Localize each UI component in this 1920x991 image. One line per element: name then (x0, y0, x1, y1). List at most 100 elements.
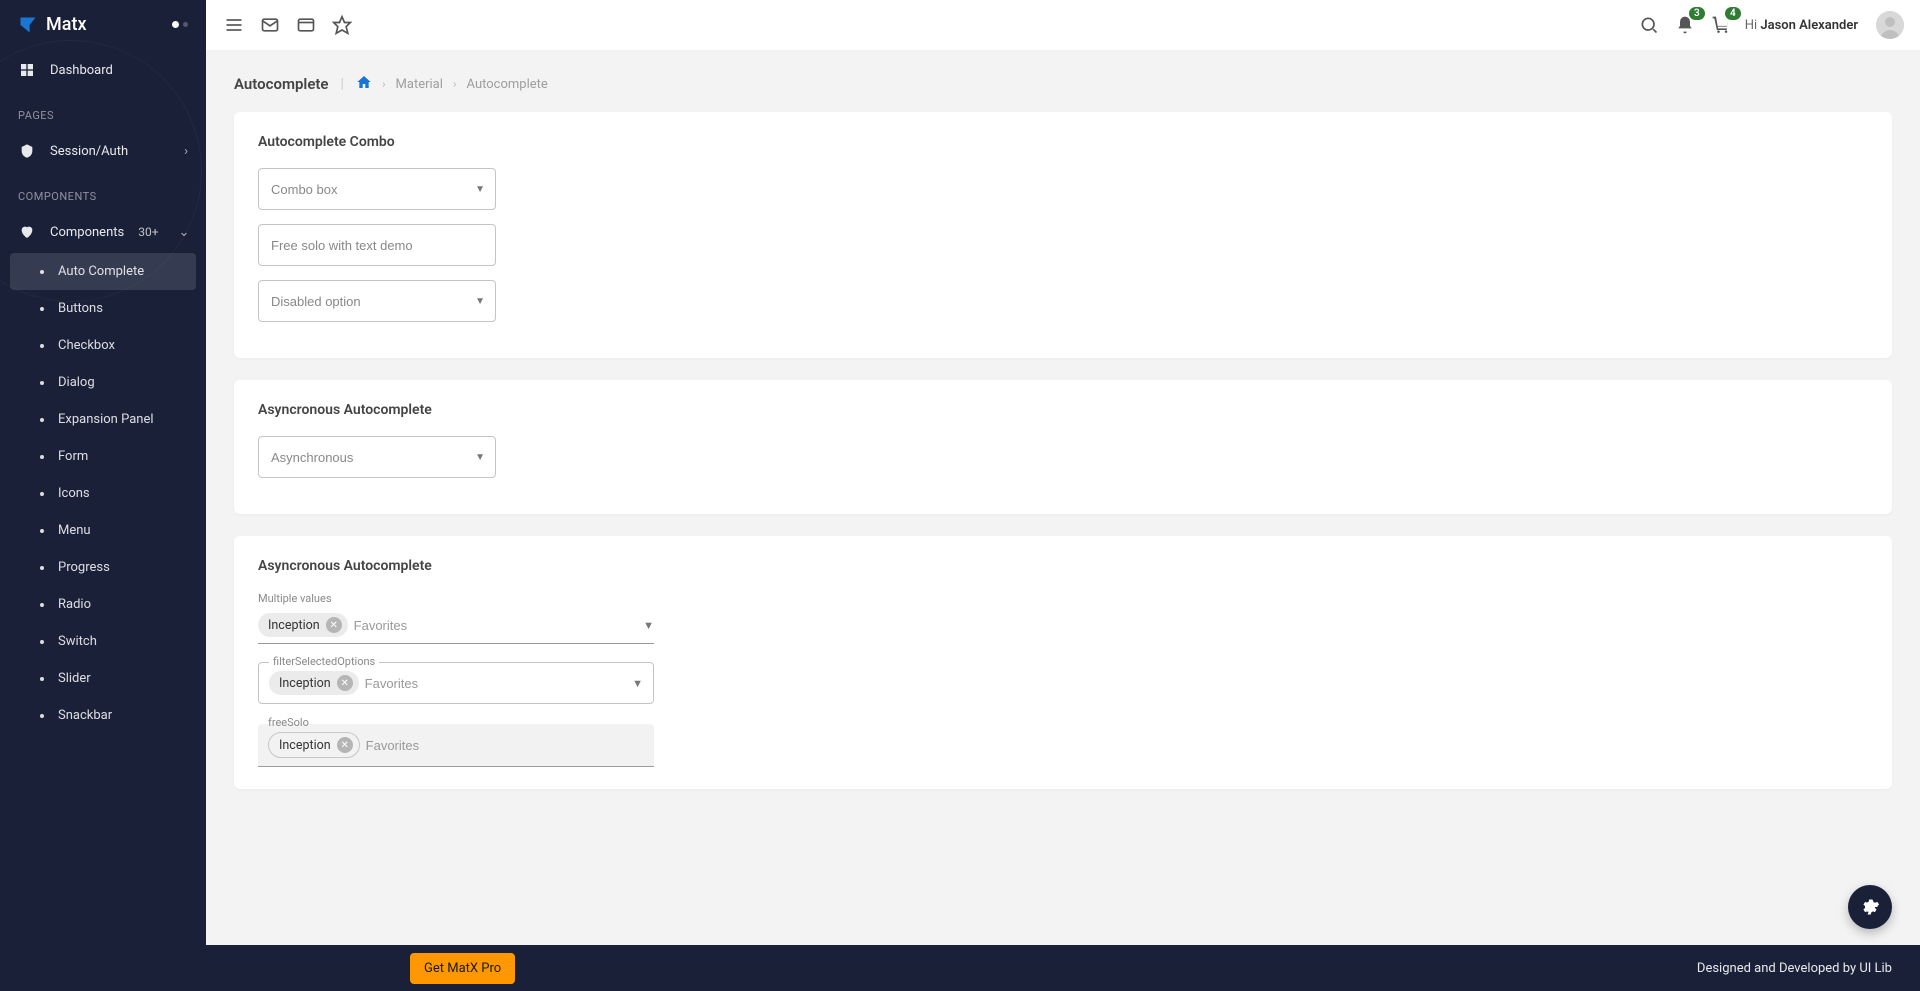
nav-sub-autocomplete[interactable]: Auto Complete (10, 253, 196, 290)
nav-sub-label: Icons (58, 486, 90, 501)
chip-delete-icon[interactable]: ✕ (337, 737, 353, 753)
combo-box-input[interactable] (271, 182, 475, 197)
chip-delete-icon[interactable]: ✕ (326, 617, 342, 633)
shield-icon (18, 142, 36, 160)
avatar[interactable] (1876, 11, 1904, 39)
content: Autocomplete | › Material › Autocomplete… (206, 50, 1920, 991)
nav-sub-label: Auto Complete (58, 264, 144, 279)
chip-inception: Inception ✕ (258, 613, 348, 637)
chip-label: Inception (279, 738, 331, 753)
gear-icon (1860, 897, 1880, 917)
multiple-values-field[interactable]: Inception ✕ ▼ (258, 609, 654, 644)
footer: Get MatX Pro Designed and Developed by U… (206, 945, 1920, 991)
crumb-material[interactable]: Material (396, 77, 443, 92)
nav-components[interactable]: Components 30+ ⌄ (0, 211, 206, 253)
dropdown-icon[interactable]: ▼ (475, 452, 485, 463)
nav-sub-label: Progress (58, 560, 110, 575)
separator: | (341, 76, 344, 92)
nav-sub-expansion[interactable]: Expansion Panel (10, 401, 196, 438)
nav: Dashboard PAGES Session/Auth › COMPONENT… (0, 49, 206, 991)
chip-delete-icon[interactable]: ✕ (337, 675, 353, 691)
favorites-input[interactable] (354, 618, 637, 633)
chevron-right-icon: › (184, 144, 188, 159)
user-greeting: Hi Jason Alexander (1745, 18, 1858, 33)
nav-sub-radio[interactable]: Radio (10, 586, 196, 623)
heart-icon (18, 223, 36, 241)
nav-dashboard[interactable]: Dashboard (0, 49, 206, 91)
nav-sub-progress[interactable]: Progress (10, 549, 196, 586)
filter-selected-label: filterSelectedOptions (269, 655, 379, 668)
dropdown-icon[interactable]: ▼ (643, 619, 654, 632)
nav-sub-label: Checkbox (58, 338, 115, 353)
topbar: 3 4 Hi Jason Alexander (206, 0, 1920, 50)
nav-sub-buttons[interactable]: Buttons (10, 290, 196, 327)
main: 3 4 Hi Jason Alexander Autocomplete | › … (206, 0, 1920, 991)
async-input[interactable] (271, 450, 475, 465)
nav-section-pages: PAGES (0, 91, 206, 130)
nav-sub-label: Menu (58, 523, 91, 538)
freesolo-chip-field[interactable]: freeSolo Inception ✕ (258, 724, 654, 767)
disabled-option-field[interactable]: ▼ (258, 280, 496, 322)
app-root: Matx Dashboard PAGES Session/Auth › COMP… (0, 0, 1920, 991)
nav-sub-label: Buttons (58, 301, 103, 316)
card-title: Autocomplete Combo (258, 134, 1868, 150)
settings-fab[interactable] (1848, 885, 1892, 929)
freesolo-label: freeSolo (268, 716, 309, 729)
breadcrumb-row: Autocomplete | › Material › Autocomplete (234, 74, 1892, 94)
nav-sub-switch[interactable]: Switch (10, 623, 196, 660)
nav-sub-dialog[interactable]: Dialog (10, 364, 196, 401)
chip-inception: Inception ✕ (269, 671, 359, 695)
mail-icon[interactable] (258, 13, 282, 37)
star-icon[interactable] (330, 13, 354, 37)
breadcrumb: › Material › Autocomplete (356, 74, 548, 94)
home-icon[interactable] (356, 74, 372, 94)
favorites-input[interactable] (365, 676, 626, 691)
nav-section-components: COMPONENTS (0, 172, 206, 211)
nav-sub-snackbar[interactable]: Snackbar (10, 697, 196, 734)
brand: Matx (0, 0, 206, 49)
cart-badge: 4 (1725, 7, 1741, 20)
card-autocomplete-combo: Autocomplete Combo ▼ ▼ (234, 112, 1892, 358)
dropdown-icon[interactable]: ▼ (475, 296, 485, 307)
get-pro-button[interactable]: Get MatX Pro (410, 953, 515, 984)
nav-sub-menu[interactable]: Menu (10, 512, 196, 549)
nav-label: Session/Auth (50, 144, 128, 159)
nav-sub-icons[interactable]: Icons (10, 475, 196, 512)
brand-name: Matx (46, 14, 87, 35)
nav-sub-label: Snackbar (58, 708, 112, 723)
card-async-autocomplete-1: Asyncronous Autocomplete ▼ (234, 380, 1892, 514)
nav-label: Components (50, 225, 124, 240)
chip-inception: Inception ✕ (268, 732, 360, 758)
disabled-option-input[interactable] (271, 294, 475, 309)
dropdown-icon[interactable]: ▼ (632, 677, 643, 690)
dashboard-icon (18, 61, 36, 79)
nav-sub-label: Slider (58, 671, 91, 686)
freesolo-field[interactable] (258, 224, 496, 266)
dropdown-icon[interactable]: ▼ (475, 184, 485, 195)
nav-sub-checkbox[interactable]: Checkbox (10, 327, 196, 364)
multiple-values-label: Multiple values (258, 592, 1868, 605)
cart-icon[interactable]: 4 (1709, 13, 1733, 37)
filter-selected-field[interactable]: filterSelectedOptions Inception ✕ ▼ (258, 662, 654, 704)
chevron-down-icon: ⌄ (179, 225, 190, 240)
card-async-autocomplete-2: Asyncronous Autocomplete Multiple values… (234, 536, 1892, 789)
notif-badge: 3 (1689, 7, 1705, 20)
notifications-icon[interactable]: 3 (1673, 13, 1697, 37)
nav-sub-label: Switch (58, 634, 97, 649)
sidebar: Matx Dashboard PAGES Session/Auth › COMP… (0, 0, 206, 991)
nav-sub-label: Radio (58, 597, 91, 612)
nav-sub-form[interactable]: Form (10, 438, 196, 475)
favorites-input[interactable] (366, 738, 644, 753)
combo-box-field[interactable]: ▼ (258, 168, 496, 210)
theme-toggle[interactable] (172, 21, 188, 28)
chevron-right-icon: › (453, 77, 457, 91)
search-icon[interactable] (1637, 13, 1661, 37)
nav-session-auth[interactable]: Session/Auth › (0, 130, 206, 172)
web-asset-icon[interactable] (294, 13, 318, 37)
page-title: Autocomplete (234, 75, 329, 93)
nav-sub-slider[interactable]: Slider (10, 660, 196, 697)
nav-sub-label: Dialog (58, 375, 95, 390)
freesolo-input[interactable] (271, 238, 485, 253)
async-field[interactable]: ▼ (258, 436, 496, 478)
menu-icon[interactable] (222, 13, 246, 37)
